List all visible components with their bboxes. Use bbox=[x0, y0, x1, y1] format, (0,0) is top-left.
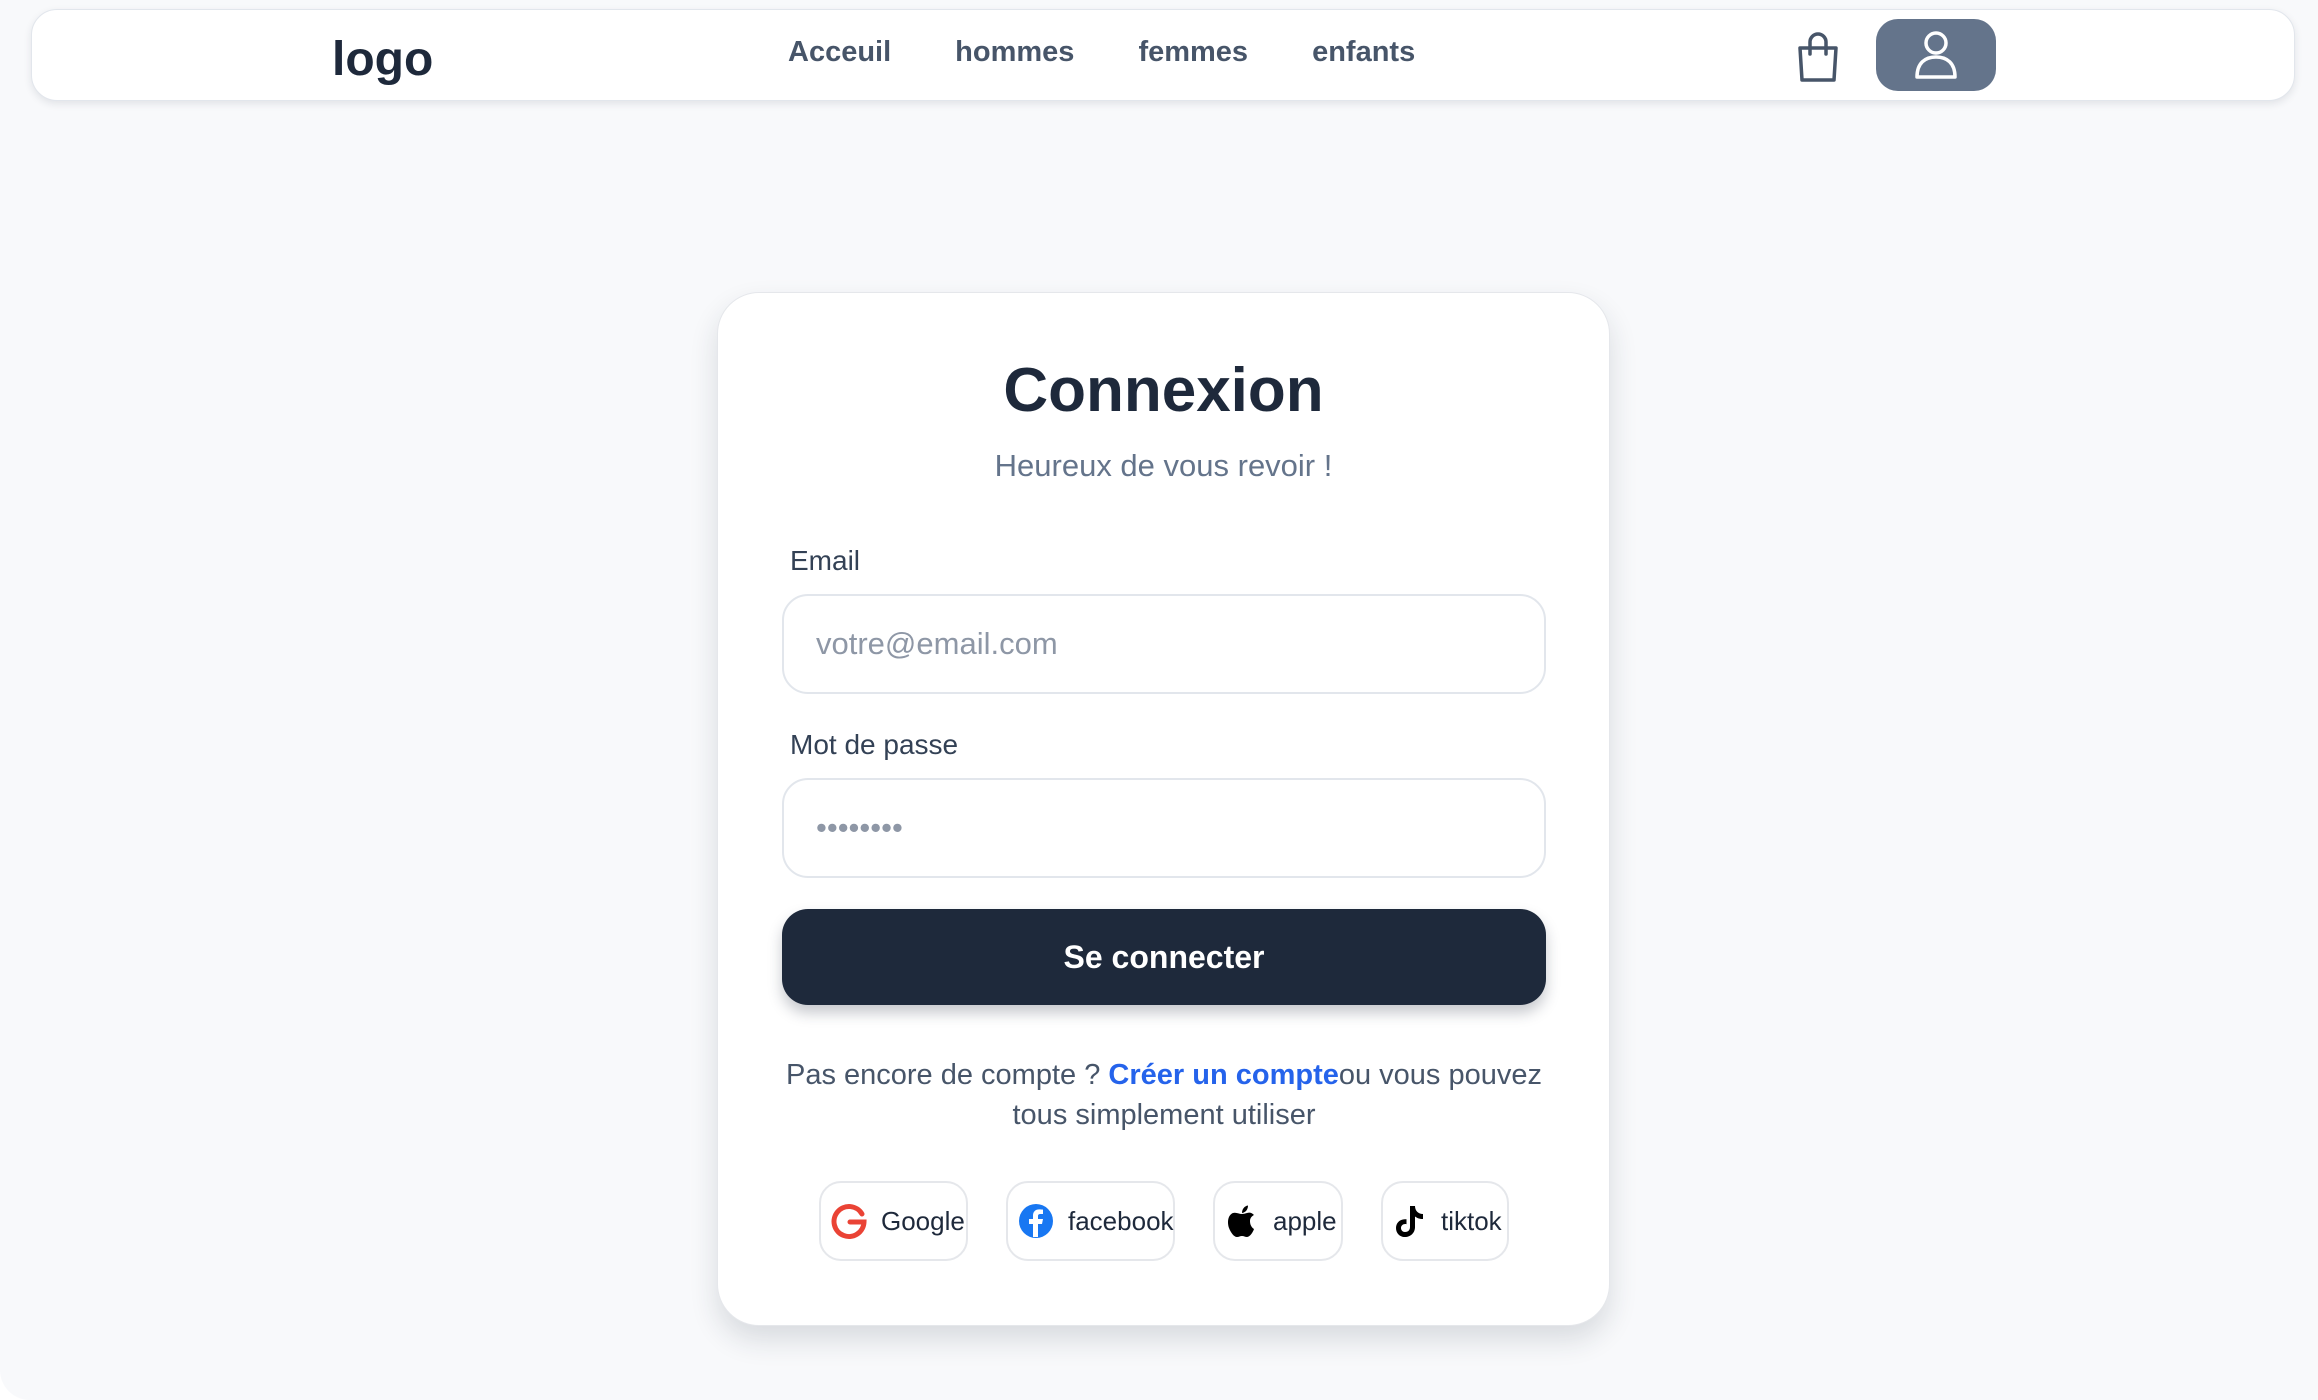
password-field[interactable] bbox=[782, 778, 1546, 878]
social-label-apple: apple bbox=[1273, 1205, 1337, 1236]
signup-prefix: Pas encore de compte ? bbox=[785, 1059, 1109, 1091]
nav-link-enfants[interactable]: enfants bbox=[1312, 36, 1415, 69]
user-account-button[interactable] bbox=[1876, 19, 1996, 91]
page-background: logo Acceuil hommes femmes enfants Conne… bbox=[0, 0, 2318, 1400]
google-icon bbox=[831, 1202, 867, 1240]
login-card: Connexion Heureux de vous revoir ! Email… bbox=[717, 292, 1610, 1326]
facebook-login-button[interactable]: facebook bbox=[1006, 1181, 1175, 1261]
cart-button[interactable] bbox=[1790, 28, 1846, 88]
nav-link-femmes[interactable]: femmes bbox=[1138, 36, 1248, 69]
top-navigation-bar: logo Acceuil hommes femmes enfants bbox=[31, 9, 2295, 101]
email-field[interactable] bbox=[782, 594, 1546, 694]
nav-link-hommes[interactable]: hommes bbox=[955, 36, 1074, 69]
social-label-facebook: facebook bbox=[1068, 1205, 1174, 1236]
nav-link-acceuil[interactable]: Acceuil bbox=[788, 36, 891, 69]
tiktok-login-button[interactable]: tiktok bbox=[1381, 1181, 1509, 1261]
email-label: Email bbox=[790, 545, 861, 576]
create-account-link[interactable]: Créer un compte bbox=[1108, 1059, 1338, 1091]
apple-icon bbox=[1225, 1202, 1259, 1240]
subtitle: Heureux de vous revoir ! bbox=[994, 448, 1333, 483]
logo[interactable]: logo bbox=[332, 32, 433, 87]
google-login-button[interactable]: Google bbox=[819, 1181, 968, 1261]
apple-login-button[interactable]: apple bbox=[1213, 1181, 1343, 1261]
page-title: Connexion bbox=[1003, 356, 1324, 425]
login-button[interactable]: Se connecter bbox=[782, 909, 1546, 1005]
password-label: Mot de passe bbox=[790, 729, 959, 760]
social-label-tiktok: tiktok bbox=[1441, 1205, 1502, 1236]
shopping-bag-icon bbox=[1798, 32, 1838, 82]
main-nav: Acceuil hommes femmes enfants bbox=[788, 36, 1479, 69]
signup-prompt: Pas encore de compte ? Créer un compteou… bbox=[782, 1055, 1546, 1135]
facebook-icon bbox=[1018, 1202, 1054, 1240]
user-icon bbox=[1915, 31, 1957, 79]
social-label-google: Google bbox=[881, 1205, 965, 1236]
tiktok-icon bbox=[1393, 1202, 1427, 1240]
